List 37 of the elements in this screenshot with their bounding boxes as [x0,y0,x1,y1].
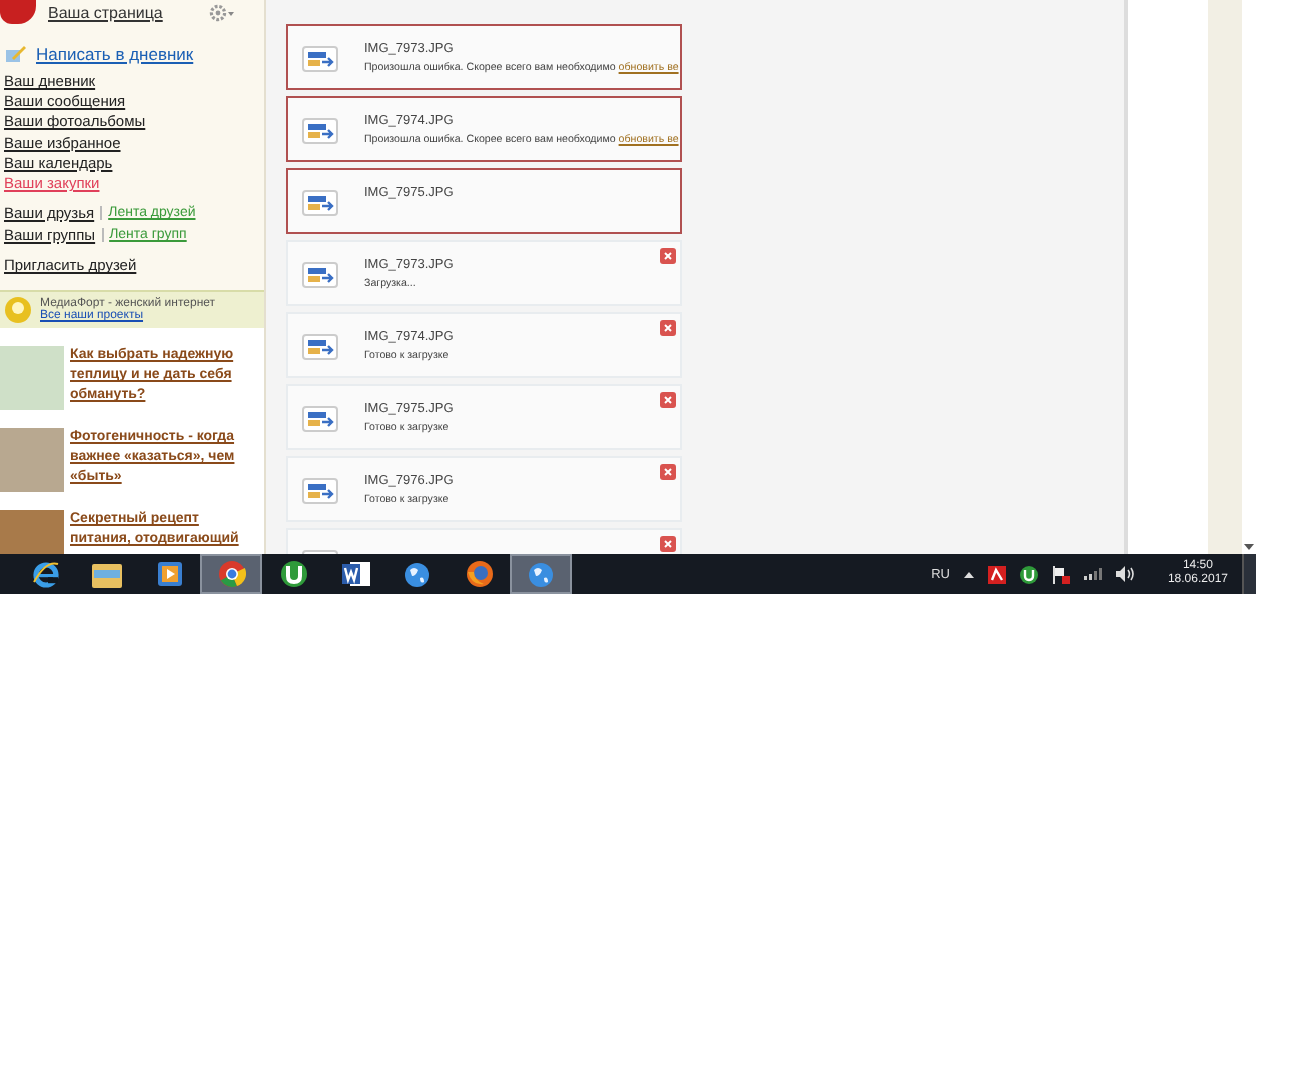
image-file-icon [302,334,338,360]
profile-link[interactable]: Ваша страница [48,3,204,21]
flag-icon[interactable] [1051,565,1070,583]
image-file-icon [302,46,338,72]
image-file-icon [302,478,338,504]
scroll-down-icon[interactable] [1244,544,1254,550]
image-file-icon [302,406,338,432]
browser-e-icon [31,560,59,588]
close-icon[interactable] [660,464,676,480]
image-file-icon [302,118,338,144]
signal-icon[interactable] [1083,568,1102,580]
firefox-icon [465,560,493,588]
torrent-icon[interactable] [1019,565,1038,583]
document-w-icon [341,560,369,588]
pencil-icon [6,46,26,62]
globe-icon [528,561,554,587]
logo-icon [4,296,32,325]
close-icon[interactable] [660,536,676,552]
media-player-icon [157,562,181,586]
chrome-icon [217,560,245,588]
image-file-icon [302,190,338,216]
settings-icon[interactable] [208,3,236,21]
image-file-icon [302,262,338,288]
avatar-image [0,0,36,24]
photo-placeholder [0,510,64,554]
antivirus-icon[interactable] [987,565,1006,583]
write-diary-link[interactable]: Написать в дневник [36,44,194,64]
close-icon[interactable] [660,392,676,408]
volume-icon[interactable] [1115,566,1134,582]
close-icon[interactable] [660,320,676,336]
photo-placeholder [0,428,64,493]
close-icon[interactable] [660,248,676,264]
folder-icon [92,561,122,587]
torrent-icon [279,560,307,588]
show-hidden-icons-icon[interactable] [963,571,974,577]
globe-icon [404,561,430,587]
photo-placeholder [0,346,64,411]
